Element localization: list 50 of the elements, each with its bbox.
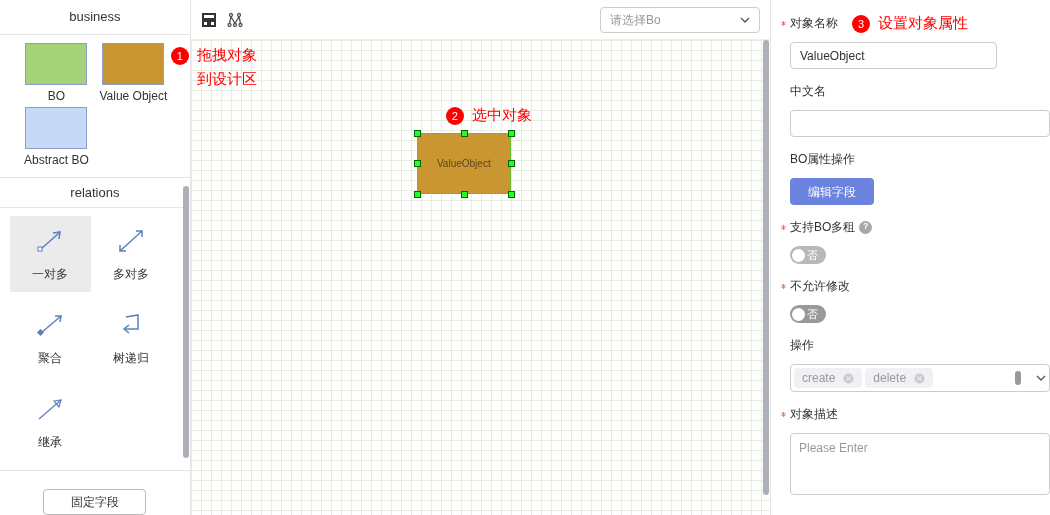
resize-handle[interactable] xyxy=(413,191,421,198)
field-label: 不允许修改 xyxy=(790,278,850,295)
annotation-text: 设置对象属性 xyxy=(878,13,968,33)
step-number-badge: 1 xyxy=(170,47,189,65)
shape-label: Abstract BO xyxy=(24,152,89,170)
resize-handle[interactable] xyxy=(413,160,421,167)
relation-item[interactable]: 继承 xyxy=(10,384,91,460)
step-number-badge: 2 xyxy=(445,107,464,125)
scrollbar-thumb xyxy=(1015,371,1021,385)
field-label: 支持BO多租 xyxy=(790,219,856,236)
annotation-text: 选中对象 xyxy=(471,105,532,125)
tag-chip: delete xyxy=(865,368,934,388)
edit-fields-button[interactable]: 编辑字段 xyxy=(790,178,874,205)
step-number-badge: 3 xyxy=(852,15,870,33)
resize-handle[interactable] xyxy=(413,130,421,137)
scrollbar-thumb[interactable] xyxy=(763,40,769,495)
relation-item[interactable]: 一对多 xyxy=(10,216,91,292)
annotation-text: 拖拽对象 xyxy=(196,45,257,65)
shape-label: Value Object xyxy=(99,88,168,106)
resize-handle[interactable] xyxy=(507,160,515,167)
field-label: 中文名 xyxy=(790,83,826,100)
chevron-down-icon xyxy=(740,16,750,23)
resize-handle[interactable] xyxy=(460,130,468,137)
relation-item[interactable]: 多对多 xyxy=(90,216,172,292)
field-label: 操作 xyxy=(790,337,814,354)
annotation-text: 到设计区 xyxy=(196,69,257,89)
field-label: BO属性操作 xyxy=(790,151,856,168)
resize-handle[interactable] xyxy=(507,130,515,137)
relation-item[interactable]: 树递归 xyxy=(90,300,172,376)
field-label: 对象名称 xyxy=(790,15,838,32)
tag-chip: create xyxy=(794,368,863,388)
shape-swatch[interactable] xyxy=(25,43,88,86)
chevron-down-icon xyxy=(1036,375,1046,381)
resize-handle[interactable] xyxy=(460,191,468,198)
text-field[interactable]: ValueObject xyxy=(790,42,997,69)
layout-icon[interactable] xyxy=(200,11,217,28)
resize-handle[interactable] xyxy=(507,191,515,198)
help-icon: ? xyxy=(859,220,873,234)
field-label: 对象描述 xyxy=(790,406,838,423)
relation-item[interactable]: 聚合 xyxy=(10,300,91,376)
canvas-node[interactable]: ValueObject xyxy=(416,133,511,194)
section-header: business xyxy=(0,0,190,36)
shape-label: BO xyxy=(47,88,66,106)
fixed-fields-button[interactable]: 固定字段 xyxy=(43,489,147,515)
description-textarea[interactable]: Please Enter xyxy=(790,433,1050,495)
shape-swatch[interactable] xyxy=(25,107,88,150)
scrollbar-thumb[interactable] xyxy=(182,186,189,458)
network-icon[interactable] xyxy=(226,11,243,28)
text-field[interactable] xyxy=(790,110,1050,137)
shape-swatch[interactable] xyxy=(102,43,165,86)
